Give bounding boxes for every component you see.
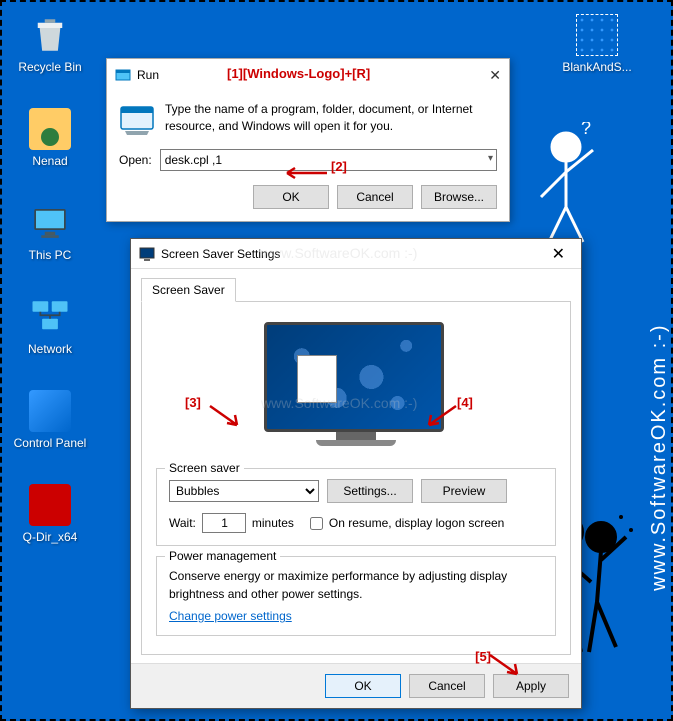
ss-apply-button[interactable]: Apply	[493, 674, 569, 698]
annotation-3: [3]	[185, 395, 201, 410]
annotation-4: [4]	[457, 395, 473, 410]
ss-preview-button[interactable]: Preview	[421, 479, 507, 503]
svg-text:?: ?	[581, 122, 591, 138]
run-ok-button[interactable]: OK	[253, 185, 329, 209]
ss-legend: Screen saver	[165, 461, 244, 475]
network-icon	[29, 296, 71, 338]
resume-checkbox[interactable]	[310, 517, 323, 530]
desktop-icon-qdir[interactable]: Q-Dir_x64	[12, 484, 88, 544]
watermark-side: www.SoftwareOK.com :-)	[648, 324, 671, 591]
run-program-icon	[119, 101, 155, 137]
power-link[interactable]: Change power settings	[169, 609, 292, 623]
icon-label: Network	[12, 342, 88, 356]
annotation-1: [1][Windows-Logo]+[R]	[227, 66, 370, 81]
wait-unit: minutes	[252, 516, 294, 530]
wait-input[interactable]	[202, 513, 246, 533]
run-cancel-button[interactable]: Cancel	[337, 185, 413, 209]
run-titlebar[interactable]: Run [1][Windows-Logo]+[R] ✕	[107, 59, 509, 91]
run-title: Run	[137, 68, 159, 82]
monitor-screen	[264, 322, 444, 432]
run-close-button[interactable]: ✕	[489, 67, 501, 84]
stick-figure-1: ?	[521, 122, 611, 252]
ss-title-icon	[139, 246, 155, 262]
icon-label: Recycle Bin	[12, 60, 88, 74]
run-open-input[interactable]	[160, 149, 497, 171]
run-browse-button[interactable]: Browse...	[421, 185, 497, 209]
desktop-icon-control-panel[interactable]: Control Panel	[12, 390, 88, 450]
ss-title: Screen Saver Settings	[161, 247, 544, 261]
resume-label: On resume, display logon screen	[329, 516, 504, 530]
screensaver-fieldset: Screen saver Bubbles Settings... Preview…	[156, 468, 556, 546]
ss-select[interactable]: Bubbles	[169, 480, 319, 502]
icon-label: This PC	[12, 248, 88, 262]
power-fieldset: Power management Conserve energy or maxi…	[156, 556, 556, 636]
blank-icon	[576, 14, 618, 56]
desktop-icon-recycle-bin[interactable]: Recycle Bin	[12, 14, 88, 74]
icon-label: Nenad	[12, 154, 88, 168]
run-open-combo[interactable]: ▾	[160, 149, 497, 171]
run-description: Type the name of a program, folder, docu…	[165, 101, 497, 137]
desktop-icon-network[interactable]: Network	[12, 296, 88, 356]
icon-label: Q-Dir_x64	[12, 530, 88, 544]
tab-screensaver[interactable]: Screen Saver	[141, 278, 236, 302]
power-legend: Power management	[165, 549, 280, 563]
ss-select-combo[interactable]: Bubbles	[169, 480, 319, 502]
tab-strip: Screen Saver	[141, 277, 571, 302]
icon-label: BlankAndS...	[559, 60, 635, 74]
desktop-icon-this-pc[interactable]: This PC	[12, 202, 88, 262]
this-pc-icon	[29, 202, 71, 244]
qdir-icon	[29, 484, 71, 526]
run-dialog: Run [1][Windows-Logo]+[R] ✕ Type the nam…	[106, 58, 510, 222]
desktop-icon-user[interactable]: Nenad	[12, 108, 88, 168]
screensaver-dialog: Screen Saver Settings ✕ Screen Saver www…	[130, 238, 582, 709]
recycle-bin-icon	[29, 14, 71, 56]
ss-footer: OK Cancel Apply	[131, 663, 581, 708]
arrow-3	[205, 401, 245, 431]
wait-label: Wait:	[169, 516, 196, 530]
control-panel-icon	[29, 390, 71, 432]
run-open-label: Open:	[119, 153, 152, 167]
ss-settings-button[interactable]: Settings...	[327, 479, 413, 503]
desktop-icon-blank[interactable]: BlankAndS...	[559, 14, 635, 74]
ss-close-button[interactable]: ✕	[544, 244, 573, 264]
ss-titlebar[interactable]: Screen Saver Settings ✕	[131, 239, 581, 269]
icon-label: Control Panel	[12, 436, 88, 450]
monitor-preview	[264, 322, 448, 452]
user-folder-icon	[29, 108, 71, 150]
run-title-icon	[115, 67, 131, 83]
ss-ok-button[interactable]: OK	[325, 674, 401, 698]
power-text: Conserve energy or maximize performance …	[169, 567, 543, 603]
ss-cancel-button[interactable]: Cancel	[409, 674, 485, 698]
chevron-down-icon[interactable]: ▾	[488, 153, 493, 164]
